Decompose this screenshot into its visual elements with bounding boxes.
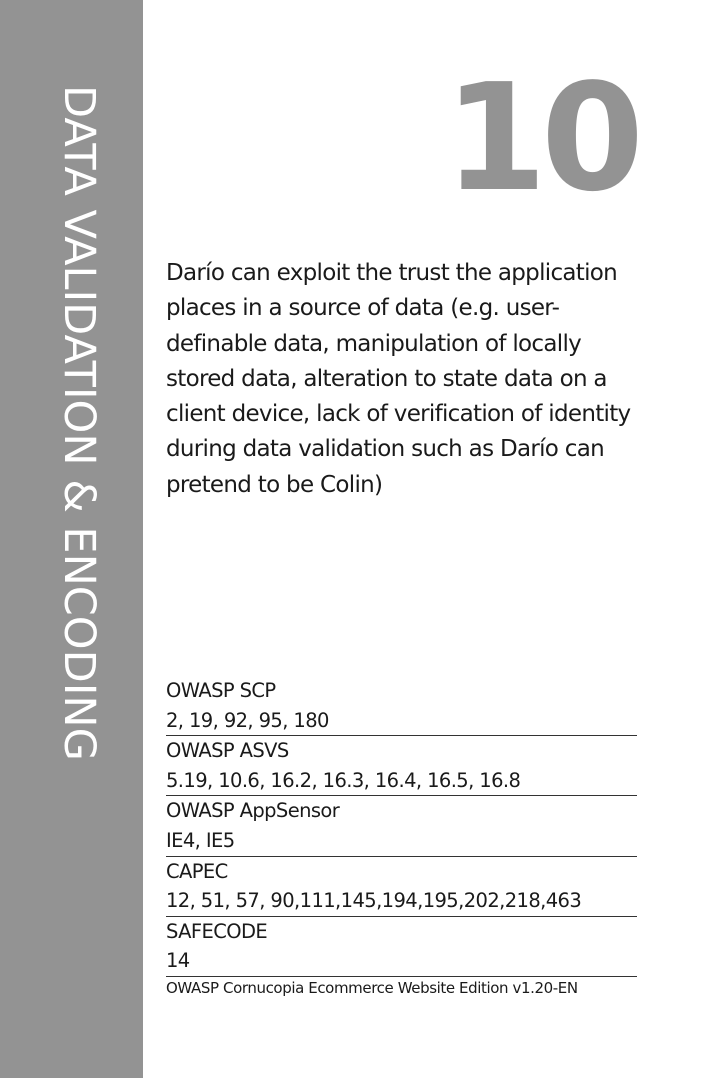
card-description: Darío can exploit the trust the applicat… <box>166 260 631 498</box>
reference-capec: CAPEC 12, 51, 57, 90,111,145,194,195,202… <box>166 857 637 917</box>
reference-value: 12, 51, 57, 90,111,145,194,195,202,218,4… <box>166 889 582 913</box>
reference-list: OWASP SCP 2, 19, 92, 95, 180 OWASP ASVS … <box>166 676 637 977</box>
reference-value: 2, 19, 92, 95, 180 <box>166 708 329 732</box>
suit-title: DATA VALIDATION & ENCODING <box>54 85 104 761</box>
suit-sidebar: DATA VALIDATION & ENCODING <box>0 0 143 1078</box>
reference-value: IE4, IE5 <box>166 828 235 852</box>
reference-label: CAPEC <box>166 859 228 883</box>
reference-label: SAFECODE <box>166 919 268 943</box>
reference-label: OWASP SCP <box>166 679 276 702</box>
reference-label: OWASP ASVS <box>166 739 289 763</box>
reference-value: 5.19, 10.6, 16.2, 16.3, 16.4, 16.5, 16.8 <box>166 768 521 792</box>
edition-footer: OWASP Cornucopia Ecommerce Website Editi… <box>166 979 578 997</box>
card-number: 10 <box>444 52 644 224</box>
reference-owasp-scp: OWASP SCP 2, 19, 92, 95, 180 <box>166 676 637 737</box>
reference-safecode: SAFECODE 14 <box>166 917 637 977</box>
reference-label: OWASP AppSensor <box>166 799 340 823</box>
reference-value: 14 <box>166 949 190 973</box>
reference-owasp-asvs: OWASP ASVS 5.19, 10.6, 16.2, 16.3, 16.4,… <box>166 736 637 797</box>
reference-owasp-appsensor: OWASP AppSensor IE4, IE5 <box>166 796 637 857</box>
